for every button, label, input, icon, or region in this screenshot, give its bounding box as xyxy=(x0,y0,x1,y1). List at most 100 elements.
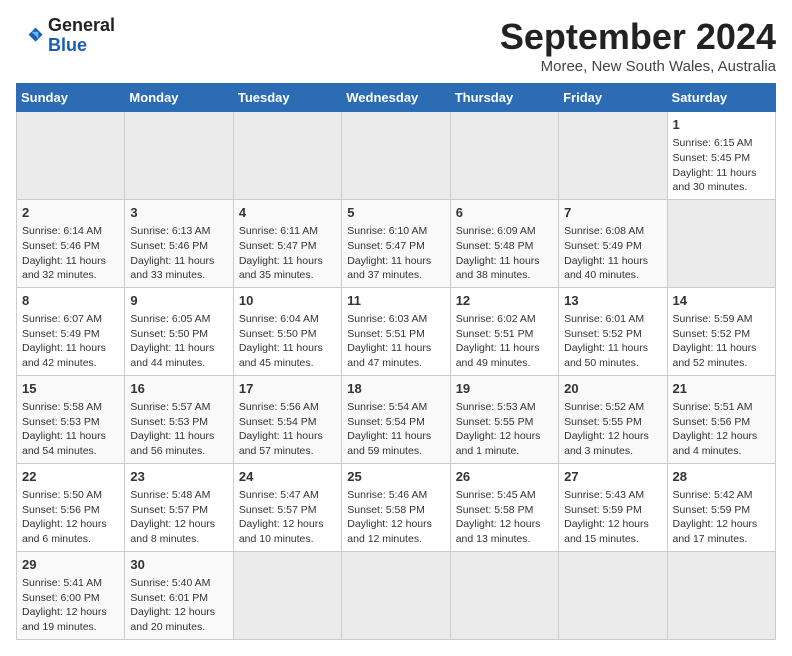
calendar-cell: 21 Sunrise: 5:51 AM Sunset: 5:56 PM Dayl… xyxy=(667,375,775,463)
sunset-text: Sunset: 5:49 PM xyxy=(22,328,100,340)
sunset-text: Sunset: 5:45 PM xyxy=(673,152,751,164)
day-number: 8 xyxy=(22,292,119,310)
calendar-cell xyxy=(450,551,558,639)
calendar-cell: 20 Sunrise: 5:52 AM Sunset: 5:55 PM Dayl… xyxy=(559,375,667,463)
calendar-week-2: 2 Sunrise: 6:14 AM Sunset: 5:46 PM Dayli… xyxy=(17,199,776,287)
daylight-text: Daylight: 12 hours and 8 minutes. xyxy=(130,518,215,545)
sunset-text: Sunset: 5:57 PM xyxy=(239,504,317,516)
day-number: 13 xyxy=(564,292,661,310)
daylight-text: Daylight: 12 hours and 10 minutes. xyxy=(239,518,324,545)
day-number: 15 xyxy=(22,380,119,398)
sunset-text: Sunset: 5:54 PM xyxy=(239,416,317,428)
calendar-cell: 27 Sunrise: 5:43 AM Sunset: 5:59 PM Dayl… xyxy=(559,463,667,551)
day-number: 9 xyxy=(130,292,227,310)
daylight-text: Daylight: 12 hours and 19 minutes. xyxy=(22,606,107,633)
day-number: 2 xyxy=(22,204,119,222)
sunset-text: Sunset: 5:58 PM xyxy=(456,504,534,516)
day-number: 11 xyxy=(347,292,444,310)
day-number: 7 xyxy=(564,204,661,222)
calendar-cell: 29 Sunrise: 5:41 AM Sunset: 6:00 PM Dayl… xyxy=(17,551,125,639)
calendar-cell: 28 Sunrise: 5:42 AM Sunset: 5:59 PM Dayl… xyxy=(667,463,775,551)
sunrise-text: Sunrise: 5:42 AM xyxy=(673,489,753,501)
sunrise-text: Sunrise: 5:45 AM xyxy=(456,489,536,501)
calendar-cell: 13 Sunrise: 6:01 AM Sunset: 5:52 PM Dayl… xyxy=(559,287,667,375)
logo: General Blue xyxy=(16,16,115,56)
day-number: 1 xyxy=(673,116,770,134)
day-number: 28 xyxy=(673,468,770,486)
calendar-cell: 19 Sunrise: 5:53 AM Sunset: 5:55 PM Dayl… xyxy=(450,375,558,463)
sunrise-text: Sunrise: 6:13 AM xyxy=(130,225,210,237)
day-number: 14 xyxy=(673,292,770,310)
sunrise-text: Sunrise: 5:54 AM xyxy=(347,401,427,413)
col-saturday: Saturday xyxy=(667,84,775,112)
calendar-cell: 18 Sunrise: 5:54 AM Sunset: 5:54 PM Dayl… xyxy=(342,375,450,463)
sunset-text: Sunset: 5:49 PM xyxy=(564,240,642,252)
sunset-text: Sunset: 5:59 PM xyxy=(673,504,751,516)
calendar-table: Sunday Monday Tuesday Wednesday Thursday… xyxy=(16,83,776,640)
sunrise-text: Sunrise: 5:58 AM xyxy=(22,401,102,413)
col-friday: Friday xyxy=(559,84,667,112)
sunrise-text: Sunrise: 5:46 AM xyxy=(347,489,427,501)
calendar-cell xyxy=(559,112,667,200)
sunrise-text: Sunrise: 5:59 AM xyxy=(673,313,753,325)
calendar-cell xyxy=(233,112,341,200)
daylight-text: Daylight: 11 hours and 44 minutes. xyxy=(130,342,214,369)
sunrise-text: Sunrise: 5:57 AM xyxy=(130,401,210,413)
sunset-text: Sunset: 5:51 PM xyxy=(456,328,534,340)
col-sunday: Sunday xyxy=(17,84,125,112)
sunset-text: Sunset: 5:50 PM xyxy=(239,328,317,340)
calendar-cell: 12 Sunrise: 6:02 AM Sunset: 5:51 PM Dayl… xyxy=(450,287,558,375)
calendar-cell: 11 Sunrise: 6:03 AM Sunset: 5:51 PM Dayl… xyxy=(342,287,450,375)
sunset-text: Sunset: 5:47 PM xyxy=(239,240,317,252)
sunrise-text: Sunrise: 5:50 AM xyxy=(22,489,102,501)
header: General Blue September 2024 Moree, New S… xyxy=(16,16,776,75)
calendar-cell xyxy=(342,112,450,200)
calendar-cell xyxy=(559,551,667,639)
day-number: 20 xyxy=(564,380,661,398)
sunrise-text: Sunrise: 6:07 AM xyxy=(22,313,102,325)
logo-text: General Blue xyxy=(48,16,115,56)
daylight-text: Daylight: 11 hours and 38 minutes. xyxy=(456,255,540,282)
sunset-text: Sunset: 6:00 PM xyxy=(22,592,100,604)
calendar-cell: 10 Sunrise: 6:04 AM Sunset: 5:50 PM Dayl… xyxy=(233,287,341,375)
col-monday: Monday xyxy=(125,84,233,112)
calendar-cell xyxy=(450,112,558,200)
daylight-text: Daylight: 12 hours and 6 minutes. xyxy=(22,518,107,545)
calendar-body: 1 Sunrise: 6:15 AM Sunset: 5:45 PM Dayli… xyxy=(17,112,776,640)
day-number: 18 xyxy=(347,380,444,398)
day-number: 29 xyxy=(22,556,119,574)
day-number: 3 xyxy=(130,204,227,222)
sunrise-text: Sunrise: 6:05 AM xyxy=(130,313,210,325)
day-number: 21 xyxy=(673,380,770,398)
logo-line2: Blue xyxy=(48,36,115,56)
day-number: 19 xyxy=(456,380,553,398)
sunset-text: Sunset: 5:55 PM xyxy=(456,416,534,428)
col-tuesday: Tuesday xyxy=(233,84,341,112)
day-number: 6 xyxy=(456,204,553,222)
sunset-text: Sunset: 5:46 PM xyxy=(130,240,208,252)
daylight-text: Daylight: 11 hours and 56 minutes. xyxy=(130,430,214,457)
sunrise-text: Sunrise: 6:04 AM xyxy=(239,313,319,325)
sunrise-text: Sunrise: 5:53 AM xyxy=(456,401,536,413)
daylight-text: Daylight: 11 hours and 54 minutes. xyxy=(22,430,106,457)
sunrise-text: Sunrise: 6:15 AM xyxy=(673,137,753,149)
daylight-text: Daylight: 12 hours and 1 minute. xyxy=(456,430,541,457)
calendar-cell: 9 Sunrise: 6:05 AM Sunset: 5:50 PM Dayli… xyxy=(125,287,233,375)
sunrise-text: Sunrise: 6:08 AM xyxy=(564,225,644,237)
sunset-text: Sunset: 5:58 PM xyxy=(347,504,425,516)
day-number: 30 xyxy=(130,556,227,574)
daylight-text: Daylight: 11 hours and 40 minutes. xyxy=(564,255,648,282)
sunset-text: Sunset: 5:57 PM xyxy=(130,504,208,516)
calendar-week-3: 8 Sunrise: 6:07 AM Sunset: 5:49 PM Dayli… xyxy=(17,287,776,375)
daylight-text: Daylight: 12 hours and 17 minutes. xyxy=(673,518,758,545)
sunrise-text: Sunrise: 5:52 AM xyxy=(564,401,644,413)
day-number: 10 xyxy=(239,292,336,310)
daylight-text: Daylight: 11 hours and 47 minutes. xyxy=(347,342,431,369)
calendar-cell: 15 Sunrise: 5:58 AM Sunset: 5:53 PM Dayl… xyxy=(17,375,125,463)
day-number: 27 xyxy=(564,468,661,486)
calendar-cell: 3 Sunrise: 6:13 AM Sunset: 5:46 PM Dayli… xyxy=(125,199,233,287)
daylight-text: Daylight: 11 hours and 49 minutes. xyxy=(456,342,540,369)
daylight-text: Daylight: 11 hours and 35 minutes. xyxy=(239,255,323,282)
day-number: 24 xyxy=(239,468,336,486)
calendar-cell: 2 Sunrise: 6:14 AM Sunset: 5:46 PM Dayli… xyxy=(17,199,125,287)
